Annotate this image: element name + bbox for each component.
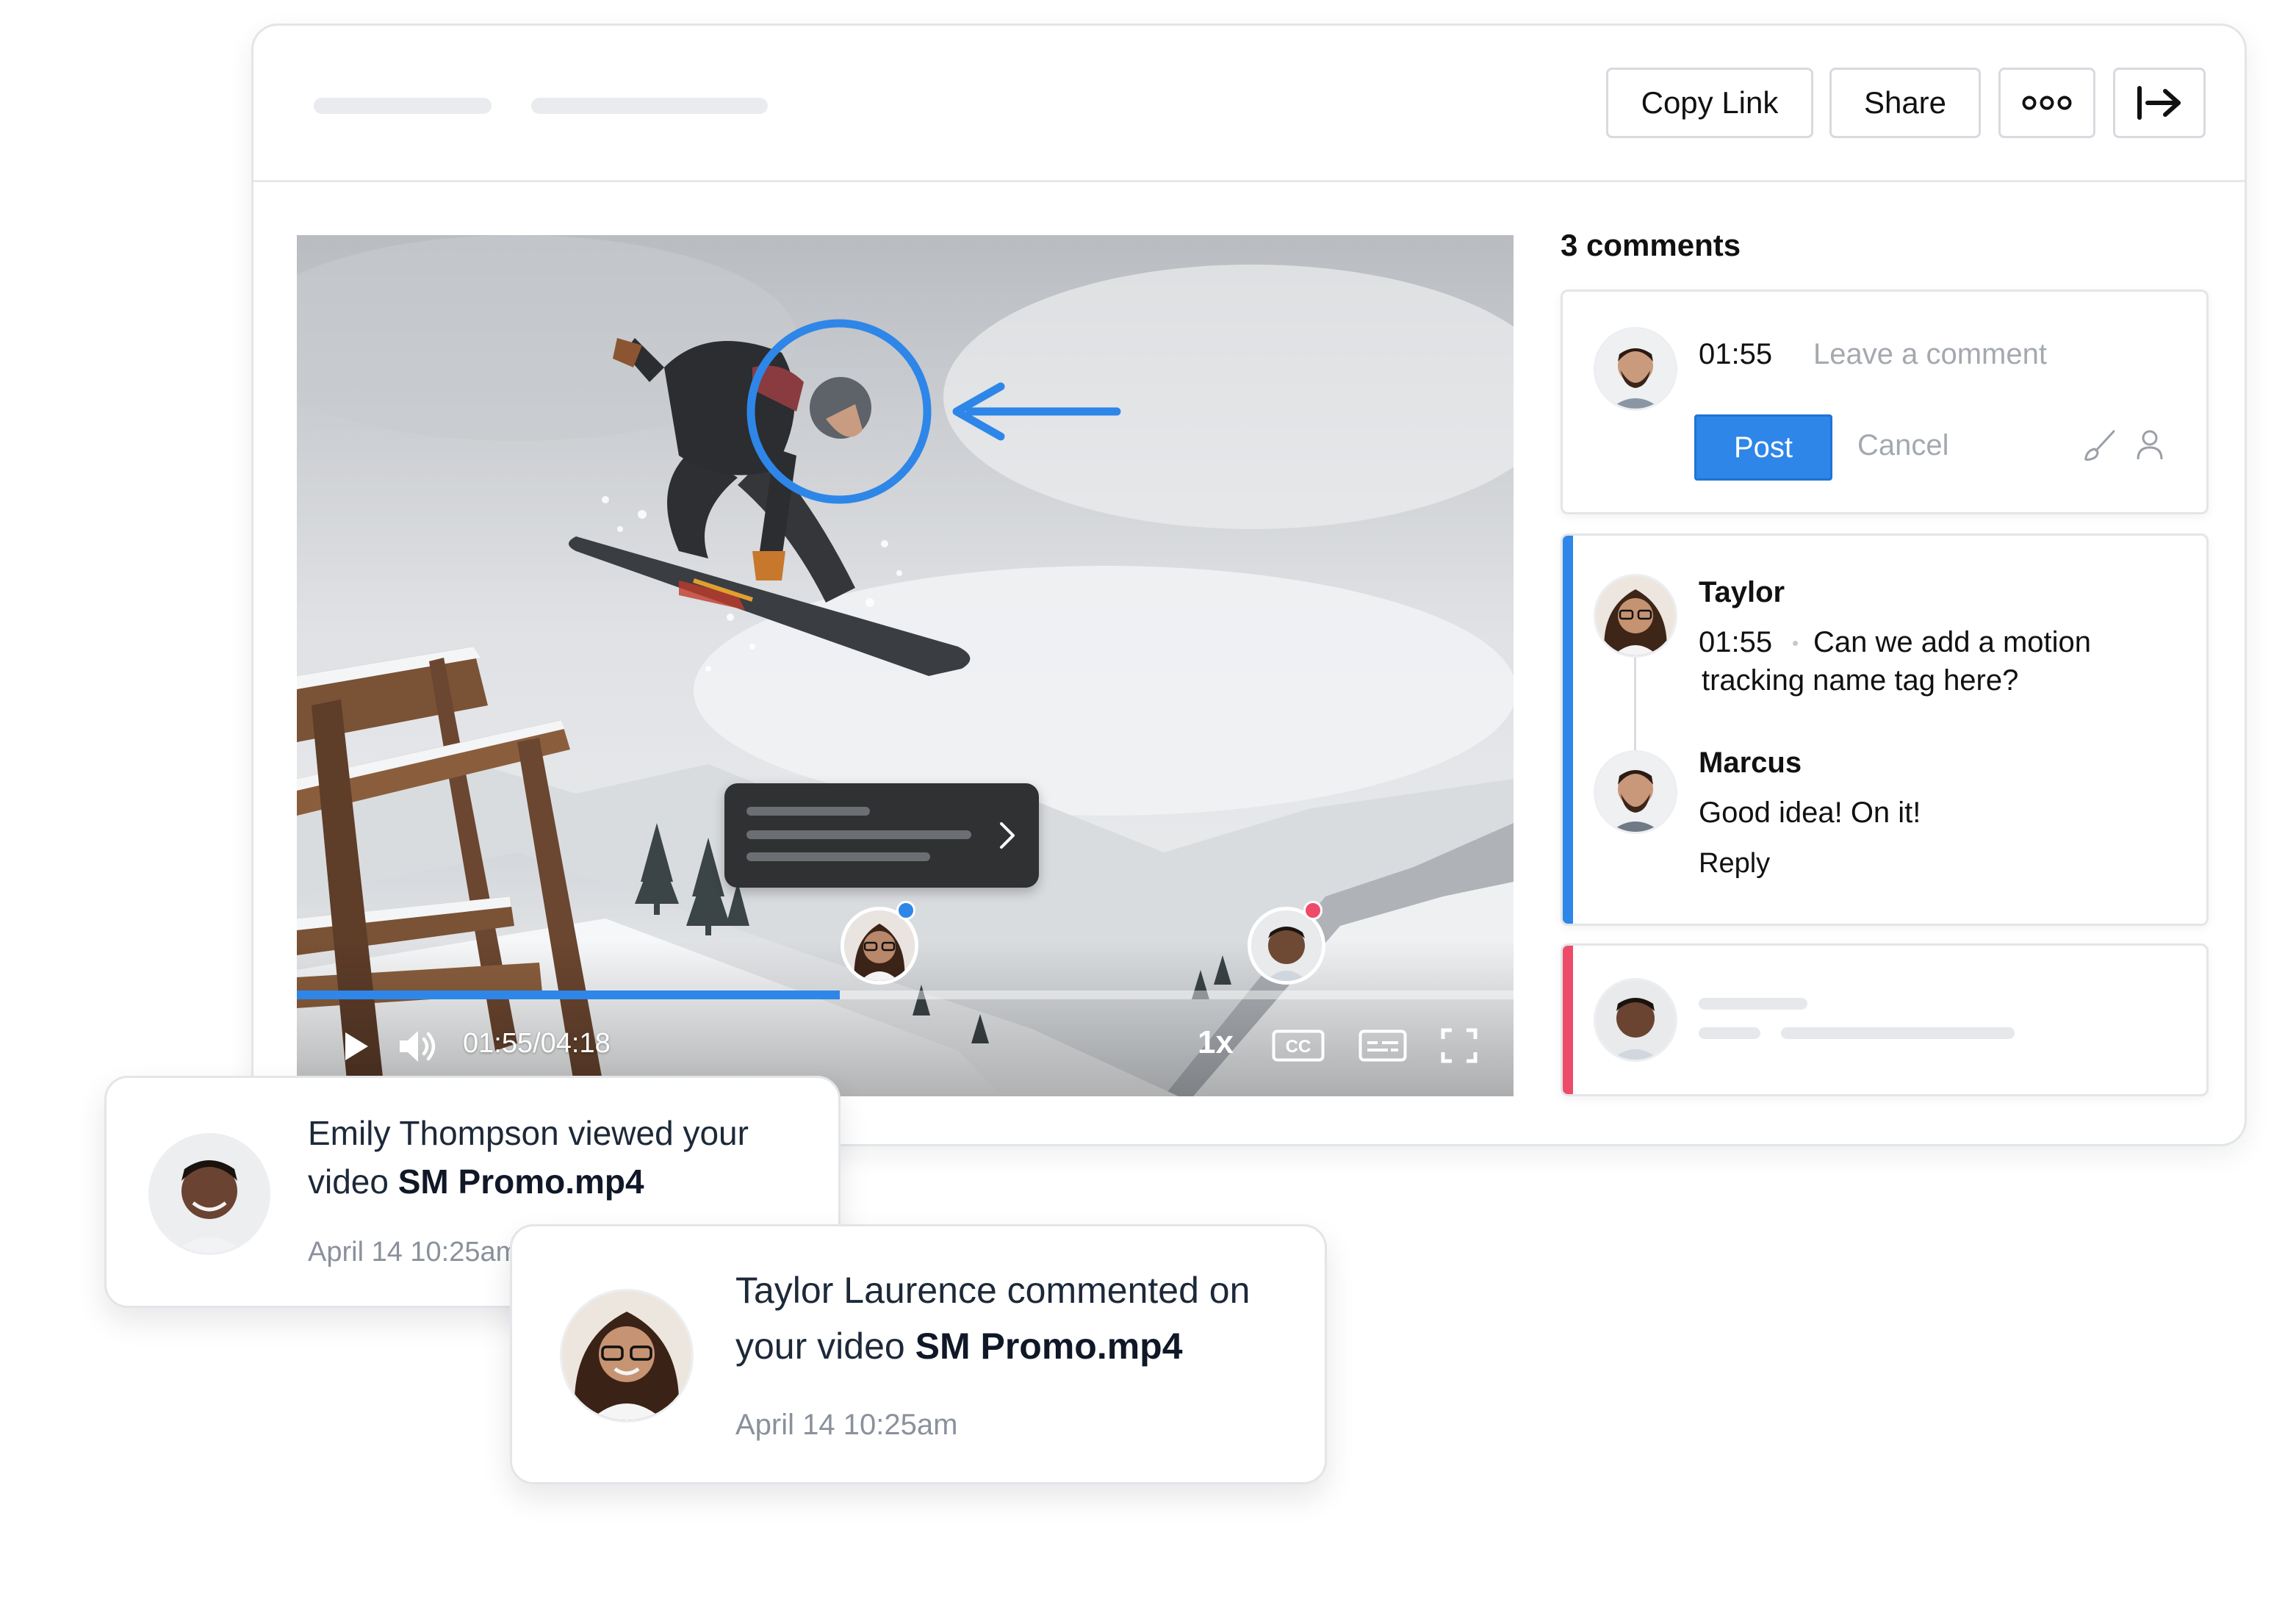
file-name[interactable]: SM Promo.mp4 <box>915 1326 1183 1367</box>
volume-icon <box>400 1031 436 1062</box>
avatar <box>1596 752 1675 832</box>
exit-button[interactable] <box>2113 68 2206 138</box>
comment-text-line: Can we add a motion <box>1813 626 2092 658</box>
notification-message: Taylor Laurence commented on <box>735 1270 1250 1311</box>
notification-time: April 14 10:25am <box>735 1409 958 1441</box>
fullscreen-icon <box>1441 1028 1478 1063</box>
placeholder-line <box>1699 998 1807 1010</box>
avatar <box>151 1135 268 1253</box>
title-placeholder <box>531 98 768 114</box>
chevron-right-icon <box>1000 822 1015 849</box>
comment-input[interactable]: Leave a comment <box>1813 338 2047 371</box>
exit-arrow-icon <box>2137 86 2181 120</box>
brush-icon <box>2084 430 2115 461</box>
reply-text: Good idea! On it! <box>1699 797 1921 829</box>
post-button[interactable]: Post <box>1694 414 1832 481</box>
more-options-button[interactable] <box>1998 68 2095 138</box>
marker-status-dot <box>1303 901 1322 920</box>
comments-count-heading: 3 comments <box>1561 228 1741 262</box>
svg-text:CC: CC <box>1286 1037 1311 1057</box>
subtitles-icon <box>1358 1029 1407 1062</box>
reply-link[interactable]: Reply <box>1699 848 1770 880</box>
file-name[interactable]: SM Promo.mp4 <box>398 1162 644 1201</box>
progress-bar-fill <box>297 991 840 999</box>
notification-message: your video SM Promo.mp4 <box>735 1326 1183 1367</box>
breadcrumb-placeholder <box>314 98 492 114</box>
tooltip-placeholder-line <box>746 852 930 861</box>
play-button[interactable] <box>339 1029 373 1064</box>
tooltip-placeholder-line <box>746 807 870 816</box>
cancel-button[interactable]: Cancel <box>1857 429 1949 462</box>
placeholder-accent-bar <box>1563 946 1573 1094</box>
tooltip-placeholder-line <box>746 830 971 839</box>
progress-bar[interactable] <box>297 991 1514 999</box>
thread-connector <box>1634 654 1636 754</box>
copy-link-button[interactable]: Copy Link <box>1606 68 1813 138</box>
avatar <box>844 910 915 981</box>
avatar <box>1596 980 1675 1060</box>
comment-author: Taylor <box>1699 576 1785 608</box>
notification-message: Emily Thompson viewed your <box>308 1114 749 1152</box>
composer-timestamp[interactable]: 01:55 <box>1699 338 1772 371</box>
draw-annotation-button[interactable] <box>2081 428 2117 464</box>
share-button[interactable]: Share <box>1829 68 1981 138</box>
comment-composer <box>1561 290 2209 514</box>
avatar <box>1596 576 1675 655</box>
notification-time: April 14 10:25am <box>308 1237 519 1268</box>
captions-button[interactable]: CC <box>1271 1029 1325 1063</box>
volume-button[interactable] <box>397 1027 441 1065</box>
separator-dot <box>1793 641 1798 646</box>
thread-accent-bar <box>1563 536 1573 924</box>
avatar <box>1251 910 1322 981</box>
avatar <box>562 1291 691 1420</box>
comment-preview-tooltip[interactable] <box>724 783 1039 888</box>
placeholder-line <box>1699 1027 1760 1039</box>
comment-timestamp[interactable]: 01:55 <box>1699 626 1772 659</box>
cc-icon: CC <box>1272 1029 1325 1062</box>
user-icon <box>2137 430 2163 460</box>
placeholder-line <box>1781 1027 2015 1039</box>
ellipsis-icon <box>2022 96 2072 110</box>
notification-card[interactable]: Taylor Laurence commented on your video … <box>510 1224 1327 1484</box>
comment-text-line: tracking name tag here? <box>1702 664 2019 697</box>
marker-status-dot <box>896 901 915 920</box>
fullscreen-button[interactable] <box>1440 1027 1478 1064</box>
avatar <box>1596 329 1675 409</box>
notification-message: video SM Promo.mp4 <box>308 1162 644 1201</box>
play-icon <box>345 1032 368 1060</box>
playback-speed-button[interactable]: 1x <box>1198 1024 1234 1061</box>
reply-author: Marcus <box>1699 747 1802 779</box>
time-readout: 01:55/04:18 <box>463 1028 611 1059</box>
mention-user-button[interactable] <box>2134 428 2166 461</box>
subtitles-button[interactable] <box>1358 1029 1408 1063</box>
